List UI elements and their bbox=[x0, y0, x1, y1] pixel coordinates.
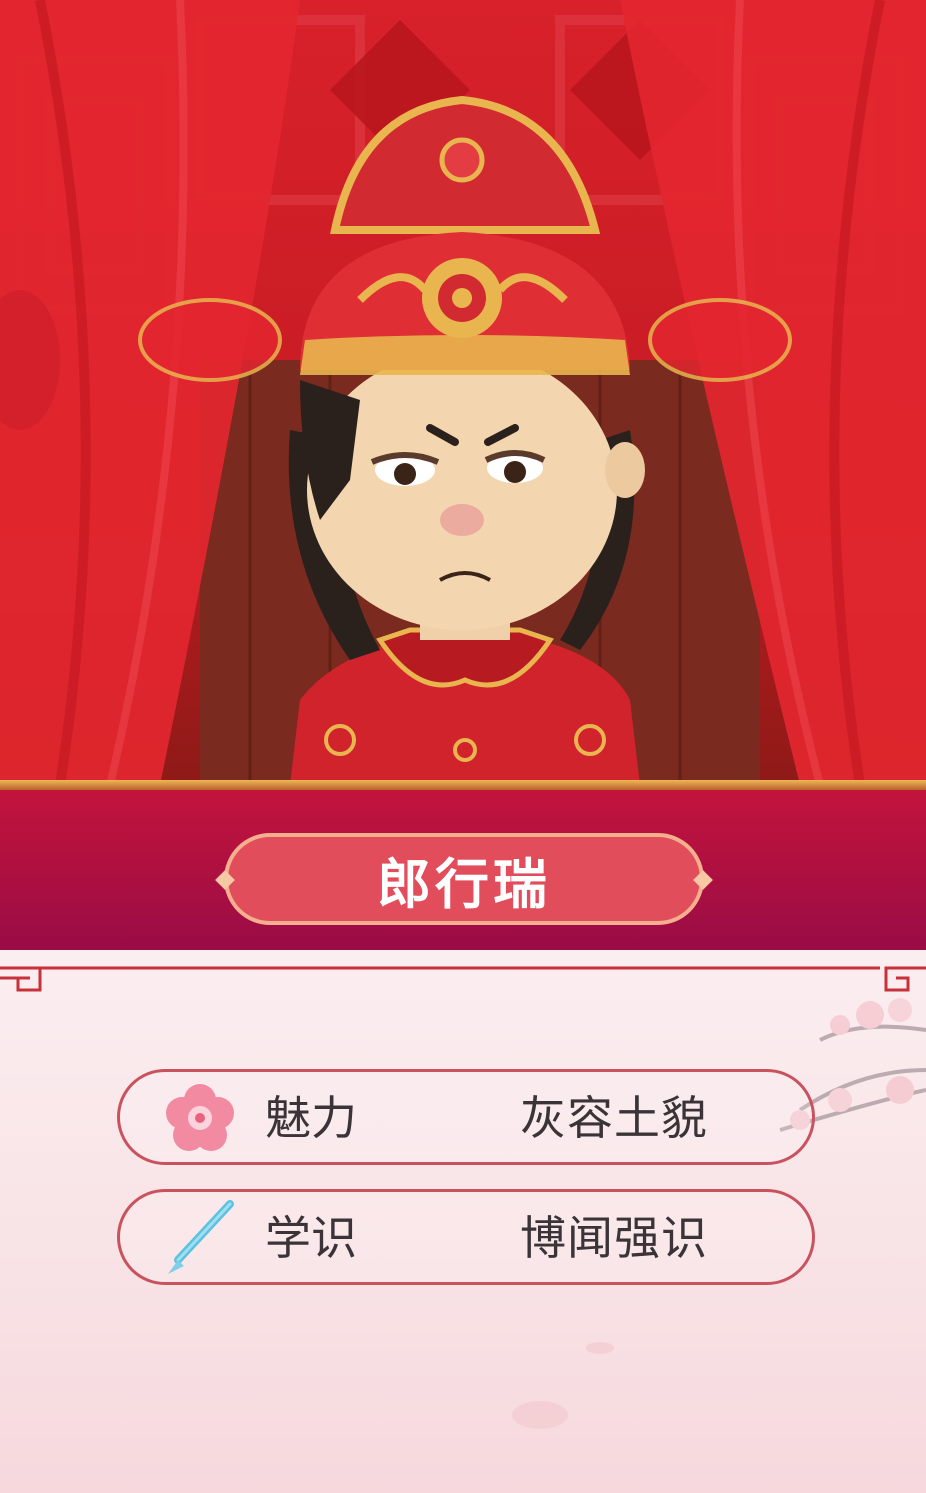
character-name: 郎行瑞 bbox=[377, 852, 551, 916]
brush-pen-icon bbox=[168, 1200, 234, 1274]
divider-gold-rule bbox=[0, 780, 926, 790]
stat-value-knowledge: 博闻强识 bbox=[520, 1211, 708, 1265]
character-name-plate: 郎行瑞 bbox=[224, 833, 704, 925]
plum-blossom-icon bbox=[166, 1084, 234, 1151]
bridal-room-background bbox=[0, 0, 926, 785]
character-portrait-scene bbox=[0, 0, 926, 785]
stat-label-knowledge: 学识 bbox=[265, 1211, 357, 1265]
stat-label-charm: 魅力 bbox=[265, 1091, 357, 1145]
stat-value-charm: 灰容土貌 bbox=[520, 1091, 708, 1145]
